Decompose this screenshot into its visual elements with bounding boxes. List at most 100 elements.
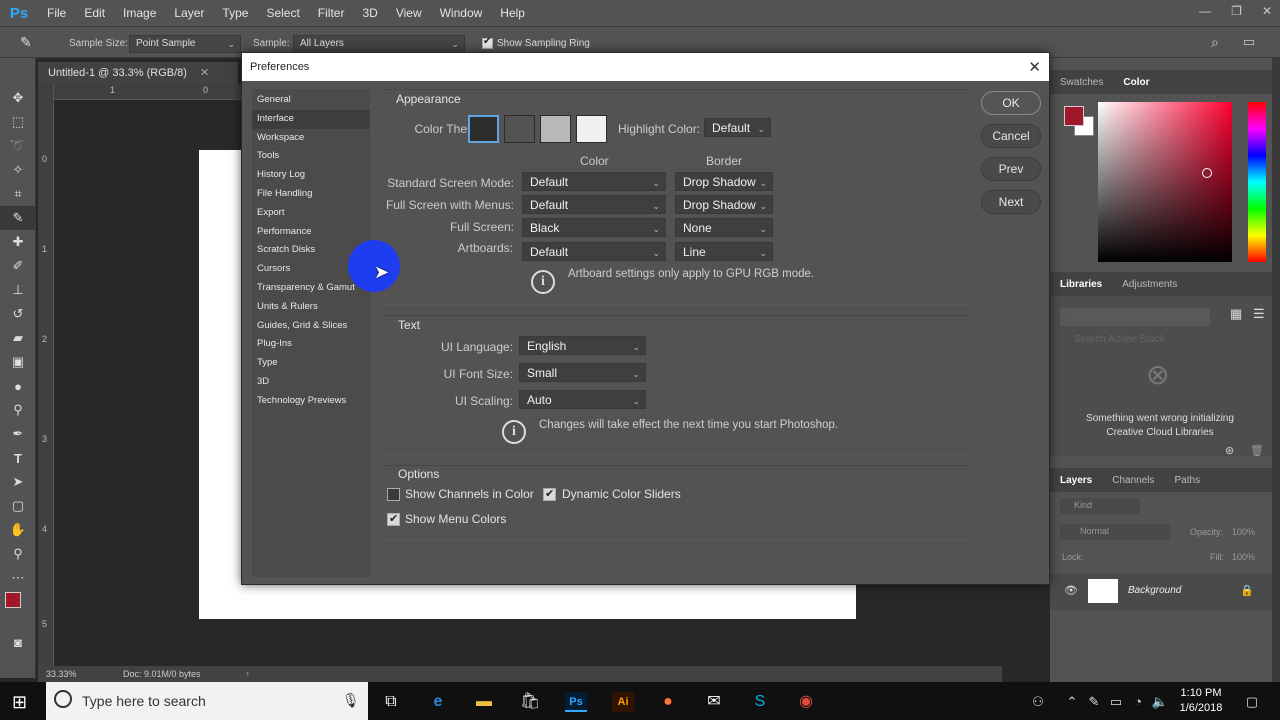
library-select[interactable] bbox=[1060, 308, 1210, 326]
layer-row[interactable]: 👁 Background 🔒 bbox=[1050, 574, 1272, 610]
full-screen-color-select[interactable]: Black ⌄ bbox=[522, 218, 666, 237]
theme-swatch-medium[interactable] bbox=[540, 115, 571, 143]
category-general[interactable]: General bbox=[252, 91, 370, 110]
more-tools-icon[interactable]: ⋯ bbox=[0, 566, 36, 590]
hue-slider[interactable] bbox=[1248, 102, 1266, 262]
artboards-border-select[interactable]: Line ⌄ bbox=[675, 242, 773, 261]
history-brush-tool-icon[interactable]: ↺ bbox=[0, 302, 36, 326]
battery-icon[interactable]: ▭ bbox=[1106, 692, 1126, 712]
stamp-tool-icon[interactable]: ⊥ bbox=[0, 278, 36, 302]
blend-mode-select[interactable]: Normal bbox=[1060, 524, 1170, 540]
show-sampling-ring-checkbox[interactable] bbox=[482, 36, 493, 49]
close-tab-icon[interactable]: ✕ bbox=[200, 67, 209, 79]
menu-layer[interactable]: Layer bbox=[165, 6, 213, 20]
theme-swatch-darkest[interactable] bbox=[468, 115, 499, 143]
people-icon[interactable]: ⚇ bbox=[1028, 692, 1048, 712]
menu-3d[interactable]: 3D bbox=[353, 6, 386, 20]
tab-paths[interactable]: Paths bbox=[1165, 475, 1211, 486]
file-explorer-icon[interactable]: ▬ bbox=[474, 692, 494, 712]
gradient-tool-icon[interactable]: ▣ bbox=[0, 350, 36, 374]
category-file-handling[interactable]: File Handling bbox=[252, 185, 370, 204]
restore-button[interactable]: ❐ bbox=[1231, 4, 1242, 18]
menu-edit[interactable]: Edit bbox=[75, 6, 114, 20]
menu-type[interactable]: Type bbox=[213, 6, 257, 20]
category-transparency-gamut[interactable]: Transparency & Gamut bbox=[252, 279, 370, 298]
hand-tool-icon[interactable]: ✋ bbox=[0, 518, 36, 542]
document-tab[interactable]: Untitled-1 @ 33.3% (RGB/8) ✕ bbox=[38, 62, 238, 84]
category-workspace[interactable]: Workspace bbox=[252, 129, 370, 148]
minimize-button[interactable]: — bbox=[1199, 4, 1211, 18]
category-interface[interactable]: Interface bbox=[252, 109, 370, 129]
menu-image[interactable]: Image bbox=[114, 6, 165, 20]
menu-select[interactable]: Select bbox=[257, 6, 308, 20]
category-technology-previews[interactable]: Technology Previews bbox=[252, 392, 370, 411]
dynamic-color-sliders-checkbox[interactable] bbox=[543, 487, 556, 501]
path-selection-tool-icon[interactable]: ➤ bbox=[0, 470, 36, 494]
chrome-icon[interactable]: ◉ bbox=[796, 692, 816, 712]
type-tool-icon[interactable]: T bbox=[0, 446, 36, 470]
prev-button[interactable]: Prev bbox=[981, 157, 1041, 181]
fill-value[interactable]: 100% bbox=[1232, 552, 1255, 562]
move-tool-icon[interactable]: ✥ bbox=[0, 86, 36, 110]
microphone-icon[interactable]: 🎙 bbox=[342, 692, 360, 709]
ui-scaling-select[interactable]: Auto ⌄ bbox=[519, 390, 646, 409]
cc-sync-icon[interactable]: ⊛ bbox=[1225, 444, 1234, 457]
quick-mask-icon[interactable]: ◙ bbox=[0, 630, 36, 654]
show-channels-checkbox[interactable] bbox=[387, 488, 400, 501]
highlight-color-select[interactable]: Default ⌄ bbox=[704, 118, 771, 137]
menu-help[interactable]: Help bbox=[491, 6, 534, 20]
ui-font-size-select[interactable]: Small ⌄ bbox=[519, 363, 646, 382]
taskbar-clock[interactable]: 1:10 PM 1/6/2018 bbox=[1176, 686, 1226, 716]
tab-swatches[interactable]: Swatches bbox=[1050, 77, 1113, 88]
full-screen-menus-color-select[interactable]: Default ⌄ bbox=[522, 195, 666, 214]
ui-language-select[interactable]: English ⌄ bbox=[519, 336, 646, 355]
tab-libraries[interactable]: Libraries bbox=[1050, 279, 1112, 290]
layer-filter-kind[interactable]: Kind bbox=[1060, 498, 1140, 514]
close-window-button[interactable]: ✕ bbox=[1262, 4, 1272, 18]
category-guides-grid-slices[interactable]: Guides, Grid & Slices bbox=[252, 317, 370, 336]
network-icon[interactable]: ◔ bbox=[1128, 692, 1148, 712]
category-3d[interactable]: 3D bbox=[252, 373, 370, 392]
firefox-icon[interactable]: ● bbox=[658, 692, 678, 712]
close-icon[interactable]: ✕ bbox=[1028, 58, 1041, 76]
zoom-level[interactable]: 33.33% bbox=[46, 669, 77, 679]
blur-tool-icon[interactable]: ● bbox=[0, 374, 36, 398]
menu-filter[interactable]: Filter bbox=[309, 6, 354, 20]
task-view-icon[interactable]: ⧉ bbox=[381, 692, 401, 712]
panel-scrollbar[interactable] bbox=[1272, 58, 1280, 682]
grid-view-icon[interactable]: ▦ bbox=[1230, 306, 1242, 322]
chevron-up-icon[interactable]: ⌃ bbox=[1062, 692, 1082, 712]
windows-start-icon[interactable]: ⊞ bbox=[12, 692, 27, 713]
full-screen-border-select[interactable]: None ⌄ bbox=[675, 218, 773, 237]
standard-screen-color-select[interactable]: Default ⌄ bbox=[522, 172, 666, 191]
skype-icon[interactable]: S bbox=[750, 692, 770, 712]
taskbar-search-box[interactable]: Type here to search 🎙 bbox=[46, 682, 368, 720]
chevron-right-icon[interactable]: › bbox=[246, 668, 249, 678]
volume-icon[interactable]: 🔈 bbox=[1150, 692, 1170, 712]
illustrator-taskbar-icon[interactable]: Ai bbox=[612, 692, 634, 712]
pen-workspace-icon[interactable]: ✎ bbox=[1084, 692, 1104, 712]
list-view-icon[interactable]: ☰ bbox=[1253, 306, 1265, 322]
sample-select[interactable]: All Layers ⌄ bbox=[293, 35, 465, 53]
category-export[interactable]: Export bbox=[252, 204, 370, 223]
category-performance[interactable]: Performance bbox=[252, 223, 370, 242]
show-menu-colors-checkbox[interactable] bbox=[387, 512, 400, 526]
category-plug-ins[interactable]: Plug-Ins bbox=[252, 335, 370, 354]
lasso-tool-icon[interactable]: ➰ bbox=[0, 134, 36, 158]
photoshop-taskbar-icon[interactable]: Ps bbox=[565, 692, 587, 712]
menu-file[interactable]: File bbox=[38, 6, 75, 20]
foreground-color-swatch[interactable] bbox=[5, 592, 21, 608]
eyedropper-icon[interactable]: ✎ bbox=[20, 34, 32, 51]
action-center-icon[interactable]: ▢ bbox=[1242, 692, 1262, 712]
brush-tool-icon[interactable]: ✐ bbox=[0, 254, 36, 278]
pen-tool-icon[interactable]: ✒ bbox=[0, 422, 36, 446]
ok-button[interactable]: OK bbox=[981, 91, 1041, 115]
category-tools[interactable]: Tools bbox=[252, 147, 370, 166]
next-button[interactable]: Next bbox=[981, 190, 1041, 214]
workspace-icon[interactable]: ▭ bbox=[1243, 34, 1255, 50]
crop-tool-icon[interactable]: ⌗ bbox=[0, 182, 36, 206]
theme-swatch-light[interactable] bbox=[576, 115, 607, 143]
category-type[interactable]: Type bbox=[252, 354, 370, 373]
standard-screen-border-select[interactable]: Drop Shadow ⌄ bbox=[675, 172, 773, 191]
tab-layers[interactable]: Layers bbox=[1050, 475, 1102, 486]
